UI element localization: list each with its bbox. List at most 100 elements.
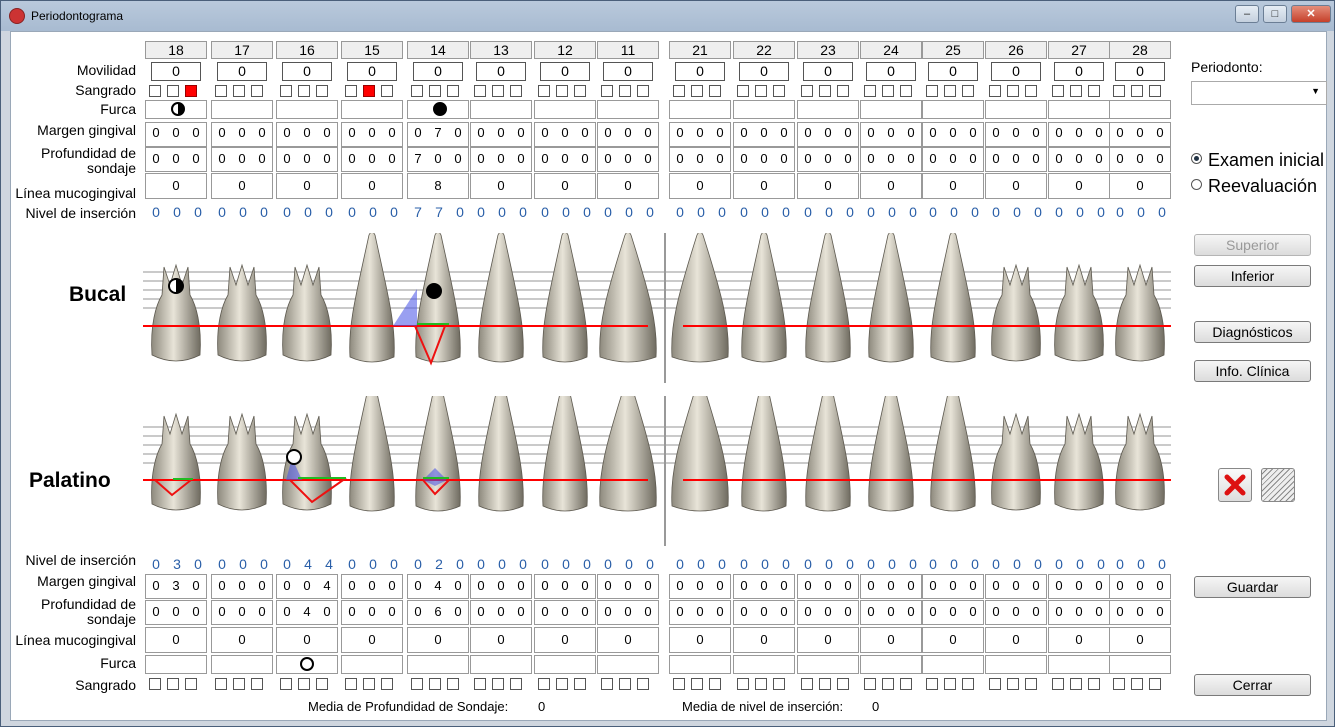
sangrado-lower-checkbox[interactable] bbox=[280, 678, 292, 690]
tooth-drawing[interactable] bbox=[868, 396, 914, 512]
profundidad-input[interactable]: 0 bbox=[671, 151, 689, 166]
profundidad-input[interactable]: 0 bbox=[298, 151, 316, 166]
minimize-button[interactable]: – bbox=[1235, 5, 1259, 23]
profundidad-lower-input[interactable]: 0 bbox=[1090, 604, 1108, 619]
tooth-header[interactable]: 28 bbox=[1109, 41, 1171, 59]
margen-lower-input[interactable]: 0 bbox=[902, 578, 920, 593]
sangrado-checkbox[interactable] bbox=[381, 85, 393, 97]
margen-input[interactable]: 0 bbox=[944, 125, 962, 140]
tooth-header[interactable]: 22 bbox=[733, 41, 795, 59]
tooth-drawing[interactable] bbox=[805, 233, 851, 363]
profundidad-input[interactable]: 0 bbox=[799, 151, 817, 166]
margen-lower-input[interactable]: 0 bbox=[819, 578, 837, 593]
margen-lower-input[interactable]: 0 bbox=[383, 578, 401, 593]
margen-input[interactable]: 0 bbox=[409, 125, 427, 140]
sangrado-checkbox[interactable] bbox=[864, 85, 876, 97]
sangrado-checkbox[interactable] bbox=[411, 85, 423, 97]
sangrado-checkbox[interactable] bbox=[298, 85, 310, 97]
furca-lower-cell[interactable] bbox=[922, 655, 984, 674]
profundidad-input[interactable]: 0 bbox=[576, 151, 594, 166]
profundidad-input[interactable]: 0 bbox=[472, 151, 490, 166]
sangrado-lower-checkbox[interactable] bbox=[167, 678, 179, 690]
tooth-drawing[interactable] bbox=[415, 396, 461, 512]
profundidad-input[interactable]: 0 bbox=[944, 151, 962, 166]
margen-lower-input[interactable]: 0 bbox=[862, 578, 880, 593]
profundidad-input[interactable]: 0 bbox=[383, 151, 401, 166]
margen-input[interactable]: 0 bbox=[253, 125, 271, 140]
margen-input[interactable]: 0 bbox=[839, 125, 857, 140]
sangrado-checkbox[interactable] bbox=[1007, 85, 1019, 97]
furca-cell[interactable] bbox=[922, 100, 984, 119]
profundidad-lower-input[interactable]: 0 bbox=[253, 604, 271, 619]
sangrado-checkbox[interactable] bbox=[709, 85, 721, 97]
profundidad-lower-input[interactable]: 0 bbox=[536, 604, 554, 619]
margen-lower-input[interactable]: 0 bbox=[409, 578, 427, 593]
sangrado-lower-checkbox[interactable] bbox=[185, 678, 197, 690]
profundidad-lower-input[interactable]: 0 bbox=[902, 604, 920, 619]
sangrado-checkbox[interactable] bbox=[1131, 85, 1143, 97]
profundidad-lower-input[interactable]: 0 bbox=[147, 604, 165, 619]
margen-lower-input[interactable]: 0 bbox=[512, 578, 530, 593]
profundidad-input[interactable]: 0 bbox=[755, 151, 773, 166]
margen-lower-input[interactable]: 0 bbox=[492, 578, 510, 593]
profundidad-lower-input[interactable]: 0 bbox=[775, 604, 793, 619]
profundidad-input[interactable]: 0 bbox=[599, 151, 617, 166]
furca-cell[interactable] bbox=[211, 100, 273, 119]
sangrado-checkbox[interactable] bbox=[492, 85, 504, 97]
tooth-header[interactable]: 27 bbox=[1048, 41, 1110, 59]
radio-examen-inicial[interactable]: Examen inicial bbox=[1191, 150, 1324, 170]
movilidad-input[interactable]: 0 bbox=[866, 62, 916, 81]
profundidad-lower-input[interactable]: 0 bbox=[1111, 604, 1129, 619]
sangrado-checkbox[interactable] bbox=[538, 85, 550, 97]
tooth-drawing[interactable] bbox=[599, 233, 657, 363]
tooth-drawing[interactable] bbox=[1115, 263, 1165, 362]
sangrado-lower-checkbox[interactable] bbox=[673, 678, 685, 690]
sangrado-lower-checkbox[interactable] bbox=[801, 678, 813, 690]
profundidad-input[interactable]: 0 bbox=[964, 151, 982, 166]
sangrado-checkbox[interactable] bbox=[1113, 85, 1125, 97]
margen-input[interactable]: 0 bbox=[882, 125, 900, 140]
profundidad-lower-input[interactable]: 0 bbox=[512, 604, 530, 619]
margen-input[interactable]: 0 bbox=[775, 125, 793, 140]
profundidad-input[interactable]: 0 bbox=[253, 151, 271, 166]
margen-lower-input[interactable]: 0 bbox=[599, 578, 617, 593]
sangrado-checkbox[interactable] bbox=[926, 85, 938, 97]
sangrado-lower-checkbox[interactable] bbox=[1149, 678, 1161, 690]
margen-input[interactable]: 0 bbox=[1090, 125, 1108, 140]
tooth-header[interactable]: 13 bbox=[470, 41, 532, 59]
sangrado-checkbox[interactable] bbox=[280, 85, 292, 97]
margen-input[interactable]: 0 bbox=[318, 125, 336, 140]
hatch-pattern-button[interactable] bbox=[1261, 468, 1295, 502]
profundidad-lower-input[interactable]: 0 bbox=[924, 604, 942, 619]
margen-input[interactable]: 0 bbox=[233, 125, 251, 140]
margen-lower-input[interactable]: 0 bbox=[472, 578, 490, 593]
sangrado-checkbox[interactable] bbox=[819, 85, 831, 97]
margen-input[interactable]: 0 bbox=[1151, 125, 1169, 140]
tooth-drawing[interactable] bbox=[741, 233, 787, 363]
sangrado-lower-checkbox[interactable] bbox=[864, 678, 876, 690]
margen-input[interactable]: 0 bbox=[691, 125, 709, 140]
profundidad-input[interactable]: 0 bbox=[711, 151, 729, 166]
tooth-drawing[interactable] bbox=[478, 233, 524, 363]
sangrado-lower-checkbox[interactable] bbox=[447, 678, 459, 690]
sangrado-lower-checkbox[interactable] bbox=[737, 678, 749, 690]
delete-button[interactable] bbox=[1218, 468, 1252, 502]
tooth-drawing[interactable] bbox=[542, 396, 588, 512]
profundidad-lower-input[interactable]: 0 bbox=[449, 604, 467, 619]
profundidad-lower-input[interactable]: 0 bbox=[167, 604, 185, 619]
inferior-button[interactable]: Inferior bbox=[1194, 265, 1311, 287]
furca-cell[interactable] bbox=[985, 100, 1047, 119]
profundidad-input[interactable]: 0 bbox=[1007, 151, 1025, 166]
margen-input[interactable]: 0 bbox=[492, 125, 510, 140]
margen-lower-input[interactable]: 0 bbox=[964, 578, 982, 593]
sangrado-checkbox[interactable] bbox=[556, 85, 568, 97]
furca-lower-cell[interactable] bbox=[534, 655, 596, 674]
sangrado-checkbox[interactable] bbox=[989, 85, 1001, 97]
furca-cell[interactable] bbox=[797, 100, 859, 119]
margen-input[interactable]: 0 bbox=[619, 125, 637, 140]
margen-lower-input[interactable]: 0 bbox=[944, 578, 962, 593]
tooth-drawing[interactable] bbox=[542, 233, 588, 363]
profundidad-input[interactable]: 0 bbox=[839, 151, 857, 166]
tooth-drawing[interactable] bbox=[1054, 412, 1104, 511]
movilidad-input[interactable]: 0 bbox=[1115, 62, 1165, 81]
